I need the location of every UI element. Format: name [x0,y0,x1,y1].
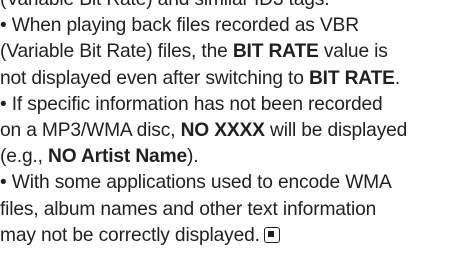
stop-icon [263,226,280,243]
line-text: (Variable Bit Rate) files, the [0,41,233,63]
line-text: value is [318,41,388,63]
no-artist-name-term: NO Artist Name [48,146,188,168]
manual-text-block: (Variable Bit Rate) and similar ID3 tags… [0,0,462,249]
bit-rate-term: BIT RATE [308,67,395,89]
line-text: on a MP3/WMA disc, [0,119,181,141]
bullet-wma-line-3: may not be correctly displayed. [0,223,462,249]
bullet-info-line-2: on a MP3/WMA disc, NO XXXX will be displ… [0,118,462,144]
bullet-vbr-line-3: not displayed even after switching to BI… [0,66,462,92]
bullet-vbr-line-2: (Variable Bit Rate) files, the BIT RATE … [0,39,462,65]
line-text: • If specific information has not been r… [0,93,383,115]
line-text: ). [187,146,199,168]
bullet-info-line-3: (e.g., NO Artist Name). [0,144,462,170]
bullet-wma-line-2: files, album names and other text inform… [0,197,462,223]
bit-rate-term: BIT RATE [232,41,319,63]
bullet-info-line-1: • If specific information has not been r… [0,92,462,118]
line-text: • When playing back files recorded as VB… [0,15,359,37]
line-text: may not be correctly displayed. [0,224,260,246]
line-text: (e.g., [0,146,49,168]
line-text: not displayed even after switching to [0,67,309,89]
line-text: • With some applications used to encode … [0,172,392,194]
bullet-wma-line-1: • With some applications used to encode … [0,170,462,196]
bullet-vbr-line-1: • When playing back files recorded as VB… [0,13,462,39]
line-text: . [394,67,400,89]
line-text: (Variable Bit Rate) and similar ID3 tags… [0,0,330,10]
text-line-clipped: (Variable Bit Rate) and similar ID3 tags… [0,0,462,13]
no-xxxx-term: NO XXXX [180,119,265,141]
line-text: will be displayed [264,119,408,141]
line-text: files, album names and other text inform… [0,198,377,220]
